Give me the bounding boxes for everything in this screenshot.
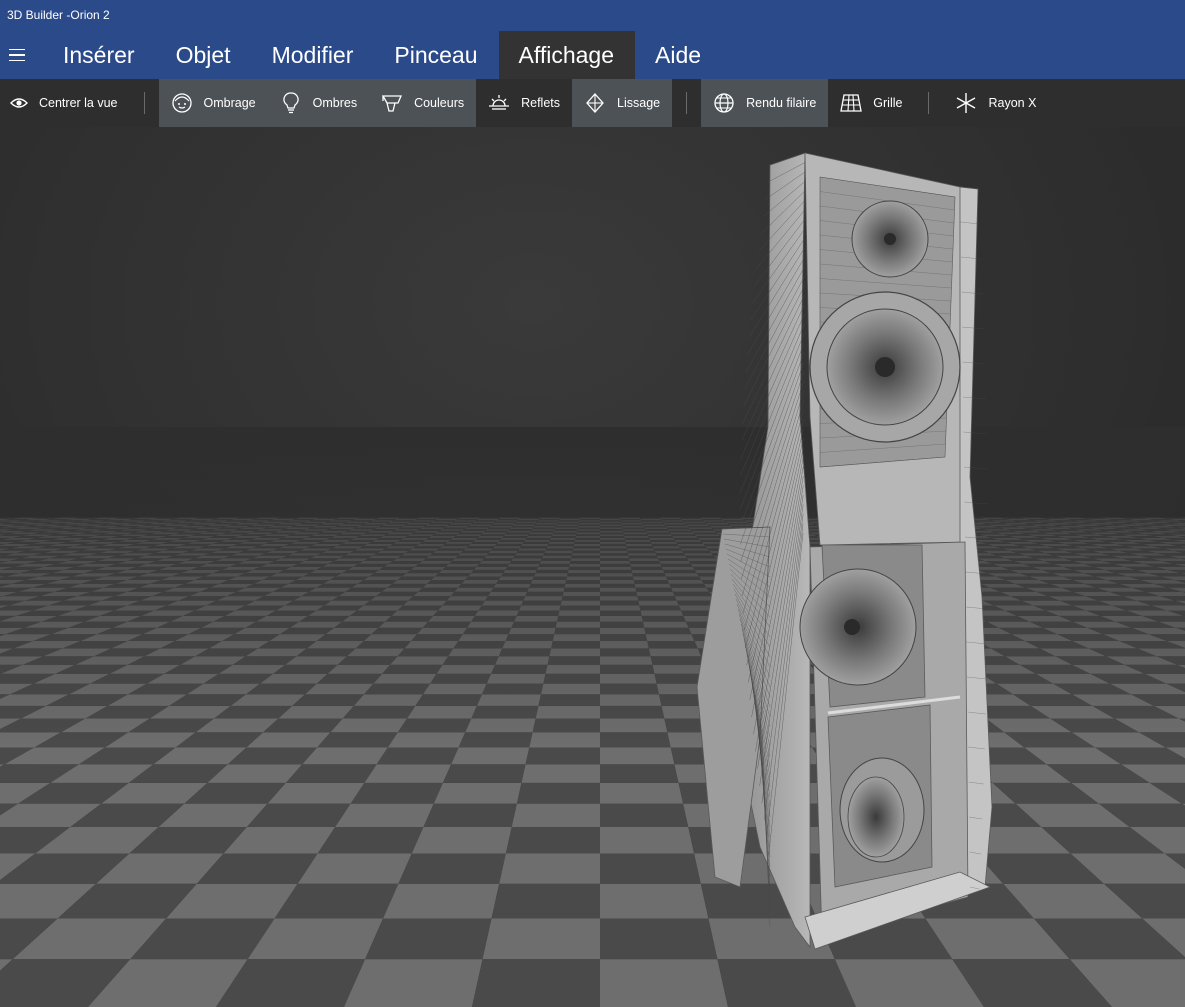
floor-tile xyxy=(365,918,492,960)
shading-label: Ombrage xyxy=(203,96,256,110)
floor-tile xyxy=(317,827,424,854)
reflections-label: Reflets xyxy=(521,96,561,110)
toolbar-separator xyxy=(928,92,930,114)
floor-tile xyxy=(364,764,452,783)
shadows-toggle[interactable]: Ombres xyxy=(267,79,370,127)
grid-icon xyxy=(840,92,863,114)
smoothing-toggle[interactable]: Lissage xyxy=(572,79,673,127)
paint-bucket-icon xyxy=(381,92,403,114)
floor-tile xyxy=(516,782,600,804)
floor-tile xyxy=(600,883,709,919)
floor-tile xyxy=(376,747,459,765)
floor-tile xyxy=(521,764,600,783)
toolbar-separator xyxy=(143,92,145,114)
floor-tile xyxy=(600,853,701,884)
floor-tile xyxy=(297,853,412,884)
center-view-button[interactable]: Centrer la vue xyxy=(0,79,130,127)
floor-tile xyxy=(433,782,522,804)
shading-toggle[interactable]: Ombrage xyxy=(158,79,268,127)
menu-bar: Insérer Objet Modifier Pinceau Affichage… xyxy=(0,31,1185,79)
menu-icon[interactable] xyxy=(0,31,34,79)
colors-label: Couleurs xyxy=(414,96,465,110)
floor-tile xyxy=(491,883,600,919)
floor-tile xyxy=(600,959,728,1007)
wireframe-toggle[interactable]: Rendu filaire xyxy=(701,79,829,127)
tab-pinceau[interactable]: Pinceau xyxy=(374,31,498,79)
floor-tile xyxy=(717,959,856,1007)
floor-tile xyxy=(423,803,517,827)
smoothing-label: Lissage xyxy=(617,96,661,110)
eye-icon xyxy=(8,92,30,114)
tab-inserer[interactable]: Insérer xyxy=(34,31,156,79)
tab-objet[interactable]: Objet xyxy=(156,31,252,79)
reflections-toggle[interactable]: Reflets xyxy=(476,79,572,127)
face-icon xyxy=(171,92,193,114)
3d-viewport[interactable] xyxy=(0,127,1185,1007)
floor-tile xyxy=(499,853,600,884)
sunrise-icon xyxy=(488,92,510,114)
globe-icon xyxy=(713,92,735,114)
center-view-label: Centrer la vue xyxy=(39,96,118,110)
window-title: 3D Builder -Orion 2 xyxy=(7,8,110,22)
floor-tile xyxy=(398,853,506,884)
floor-tile xyxy=(350,782,443,804)
floor-tile xyxy=(600,803,689,827)
floor-tile xyxy=(411,827,512,854)
floor-tile xyxy=(525,747,600,765)
tab-modifier[interactable]: Modifier xyxy=(252,31,375,79)
grid-toggle[interactable]: Grille xyxy=(828,79,914,127)
tab-aide[interactable]: Aide xyxy=(635,31,722,79)
view-toolbar: Centrer la vue Ombrage Ombres Couleurs R… xyxy=(0,79,1185,127)
toolbar-separator xyxy=(686,92,688,114)
colors-toggle[interactable]: Couleurs xyxy=(369,79,477,127)
floor-tile xyxy=(511,803,600,827)
floor-tile xyxy=(600,764,679,783)
floor-tile xyxy=(302,747,388,765)
floor-tile xyxy=(600,782,684,804)
floor-tile xyxy=(335,803,434,827)
floor-tile xyxy=(600,918,718,960)
asterisk-icon xyxy=(955,92,977,114)
tab-affichage[interactable]: Affichage xyxy=(498,31,635,79)
wireframe-label: Rendu filaire xyxy=(746,96,817,110)
floor-tile xyxy=(600,747,675,765)
grid-label: Grille xyxy=(873,96,903,110)
floor-tile xyxy=(482,918,600,960)
diamond-icon xyxy=(584,92,606,114)
floor-tile xyxy=(505,827,600,854)
floor-tile xyxy=(600,827,695,854)
scene-canvas[interactable] xyxy=(0,127,1185,1007)
floor-tile xyxy=(442,764,526,783)
floor-tile xyxy=(451,747,530,765)
title-bar: 3D Builder -Orion 2 xyxy=(0,0,1185,31)
floor-tile xyxy=(344,959,483,1007)
lightbulb-icon xyxy=(280,92,302,114)
shadows-label: Ombres xyxy=(312,96,358,110)
floor-tile xyxy=(383,883,500,919)
xray-label: Rayon X xyxy=(988,96,1037,110)
xray-toggle[interactable]: Rayon X xyxy=(943,79,1048,127)
floor-tile xyxy=(472,959,600,1007)
